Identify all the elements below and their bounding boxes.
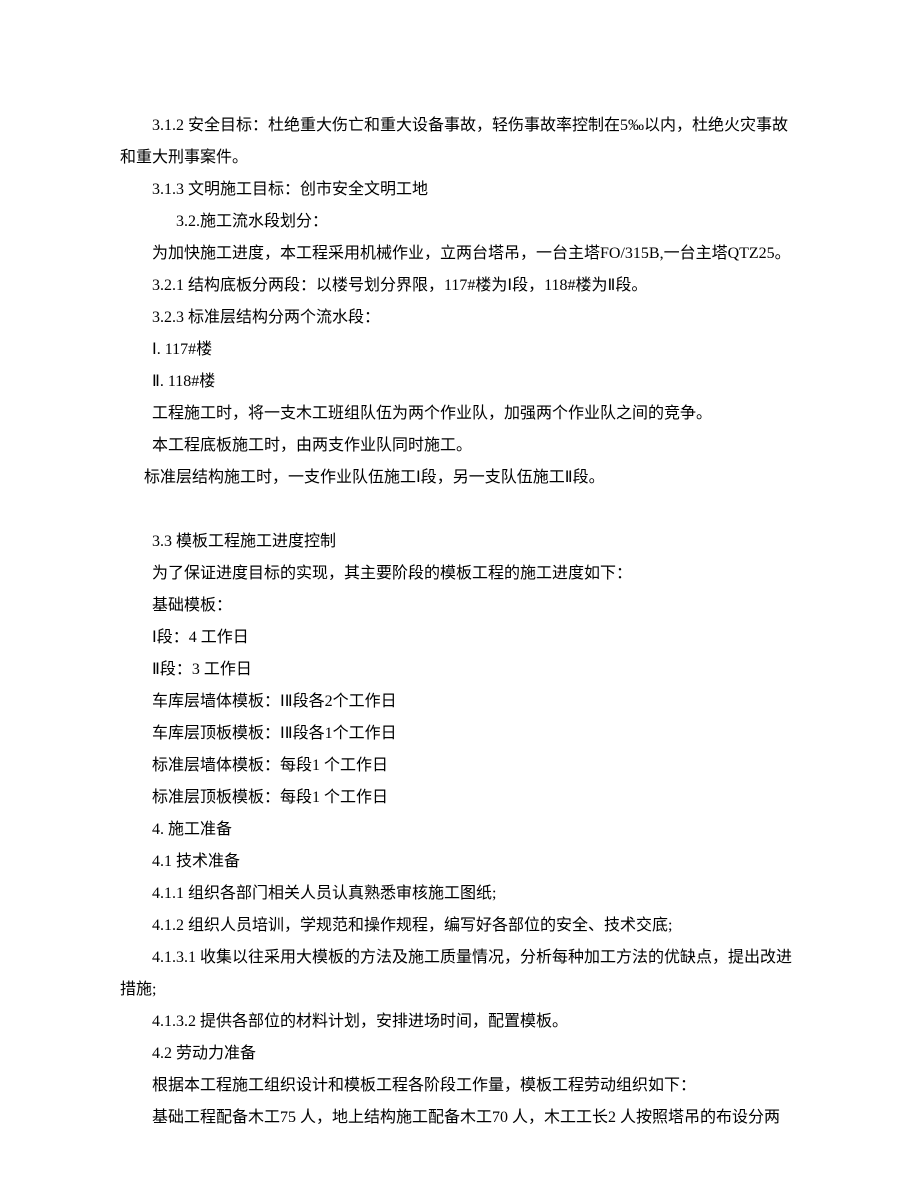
paragraph-std-top: 标准层顶板模板：每段1 个工作日 xyxy=(120,782,800,814)
paragraph-4-2-intro: 根据本工程施工组织设计和模板工程各阶段工作量，模板工程劳动组织如下： xyxy=(120,1070,800,1102)
paragraph-3-3-heading: 3.3 模板工程施工进度控制 xyxy=(120,526,800,558)
paragraph-seg-2: Ⅱ. 118#楼 xyxy=(120,366,800,398)
paragraph-4-1-3-1: 4.1.3.1 收集以往采用大模板的方法及施工质量情况，分析每种加工方法的优缺点… xyxy=(120,942,800,1006)
paragraph-4-1-3-2: 4.1.3.2 提供各部位的材料计划，安排进场时间，配置模板。 xyxy=(120,1006,800,1038)
paragraph-garage-top: 车库层顶板模板：ⅠⅡ段各1个工作日 xyxy=(120,718,800,750)
paragraph-baseplate: 本工程底板施工时，由两支作业队同时施工。 xyxy=(120,430,800,462)
paragraph-foundation-template: 基础模板： xyxy=(120,590,800,622)
paragraph-std-wall: 标准层墙体模板：每段1 个工作日 xyxy=(120,750,800,782)
paragraph-standard-floor: 标准层结构施工时，一支作业队伍施工Ⅰ段，另一支队伍施工Ⅱ段。 xyxy=(120,462,800,494)
paragraph-3-2: 3.2.施工流水段划分： xyxy=(120,206,800,238)
paragraph-seg-1: Ⅰ. 117#楼 xyxy=(120,334,800,366)
paragraph-3-1-3: 3.1.3 文明施工目标：创市安全文明工地 xyxy=(120,174,800,206)
paragraph-garage-wall: 车库层墙体模板：ⅠⅡ段各2个工作日 xyxy=(120,686,800,718)
paragraph-3-3-intro: 为了保证进度目标的实现，其主要阶段的模板工程的施工进度如下： xyxy=(120,558,800,590)
paragraph-team-split: 工程施工时，将一支木工班组队伍为两个作业队，加强两个作业队之间的竞争。 xyxy=(120,398,800,430)
paragraph-seg1-days: Ⅰ段：4 工作日 xyxy=(120,622,800,654)
paragraph-4-1-1: 4.1.1 组织各部门相关人员认真熟悉审核施工图纸; xyxy=(120,878,800,910)
paragraph-4-1-2: 4.1.2 组织人员培训，学规范和操作规程，编写好各部位的安全、技术交底; xyxy=(120,910,800,942)
paragraph-3-2-1: 3.2.1 结构底板分两段：以楼号划分界限，117#楼为Ⅰ段，118#楼为Ⅱ段。 xyxy=(120,270,800,302)
blank-line xyxy=(120,494,800,526)
paragraph-3-2-3: 3.2.3 标准层结构分两个流水段： xyxy=(120,302,800,334)
paragraph-4-2-heading: 4.2 劳动力准备 xyxy=(120,1038,800,1070)
paragraph-4-2-staffing: 基础工程配备木工75 人，地上结构施工配备木工70 人，木工工长2 人按照塔吊的… xyxy=(120,1102,800,1134)
paragraph-seg2-days: Ⅱ段：3 工作日 xyxy=(120,654,800,686)
paragraph-3-2-intro: 为加快施工进度，本工程采用机械作业，立两台塔吊，一台主塔FO/315B,一台主塔… xyxy=(120,238,800,270)
paragraph-4-1-heading: 4.1 技术准备 xyxy=(120,846,800,878)
paragraph-3-1-2: 3.1.2 安全目标：杜绝重大伤亡和重大设备事故，轻伤事故率控制在5‰以内，杜绝… xyxy=(120,110,800,174)
paragraph-4-heading: 4. 施工准备 xyxy=(120,814,800,846)
